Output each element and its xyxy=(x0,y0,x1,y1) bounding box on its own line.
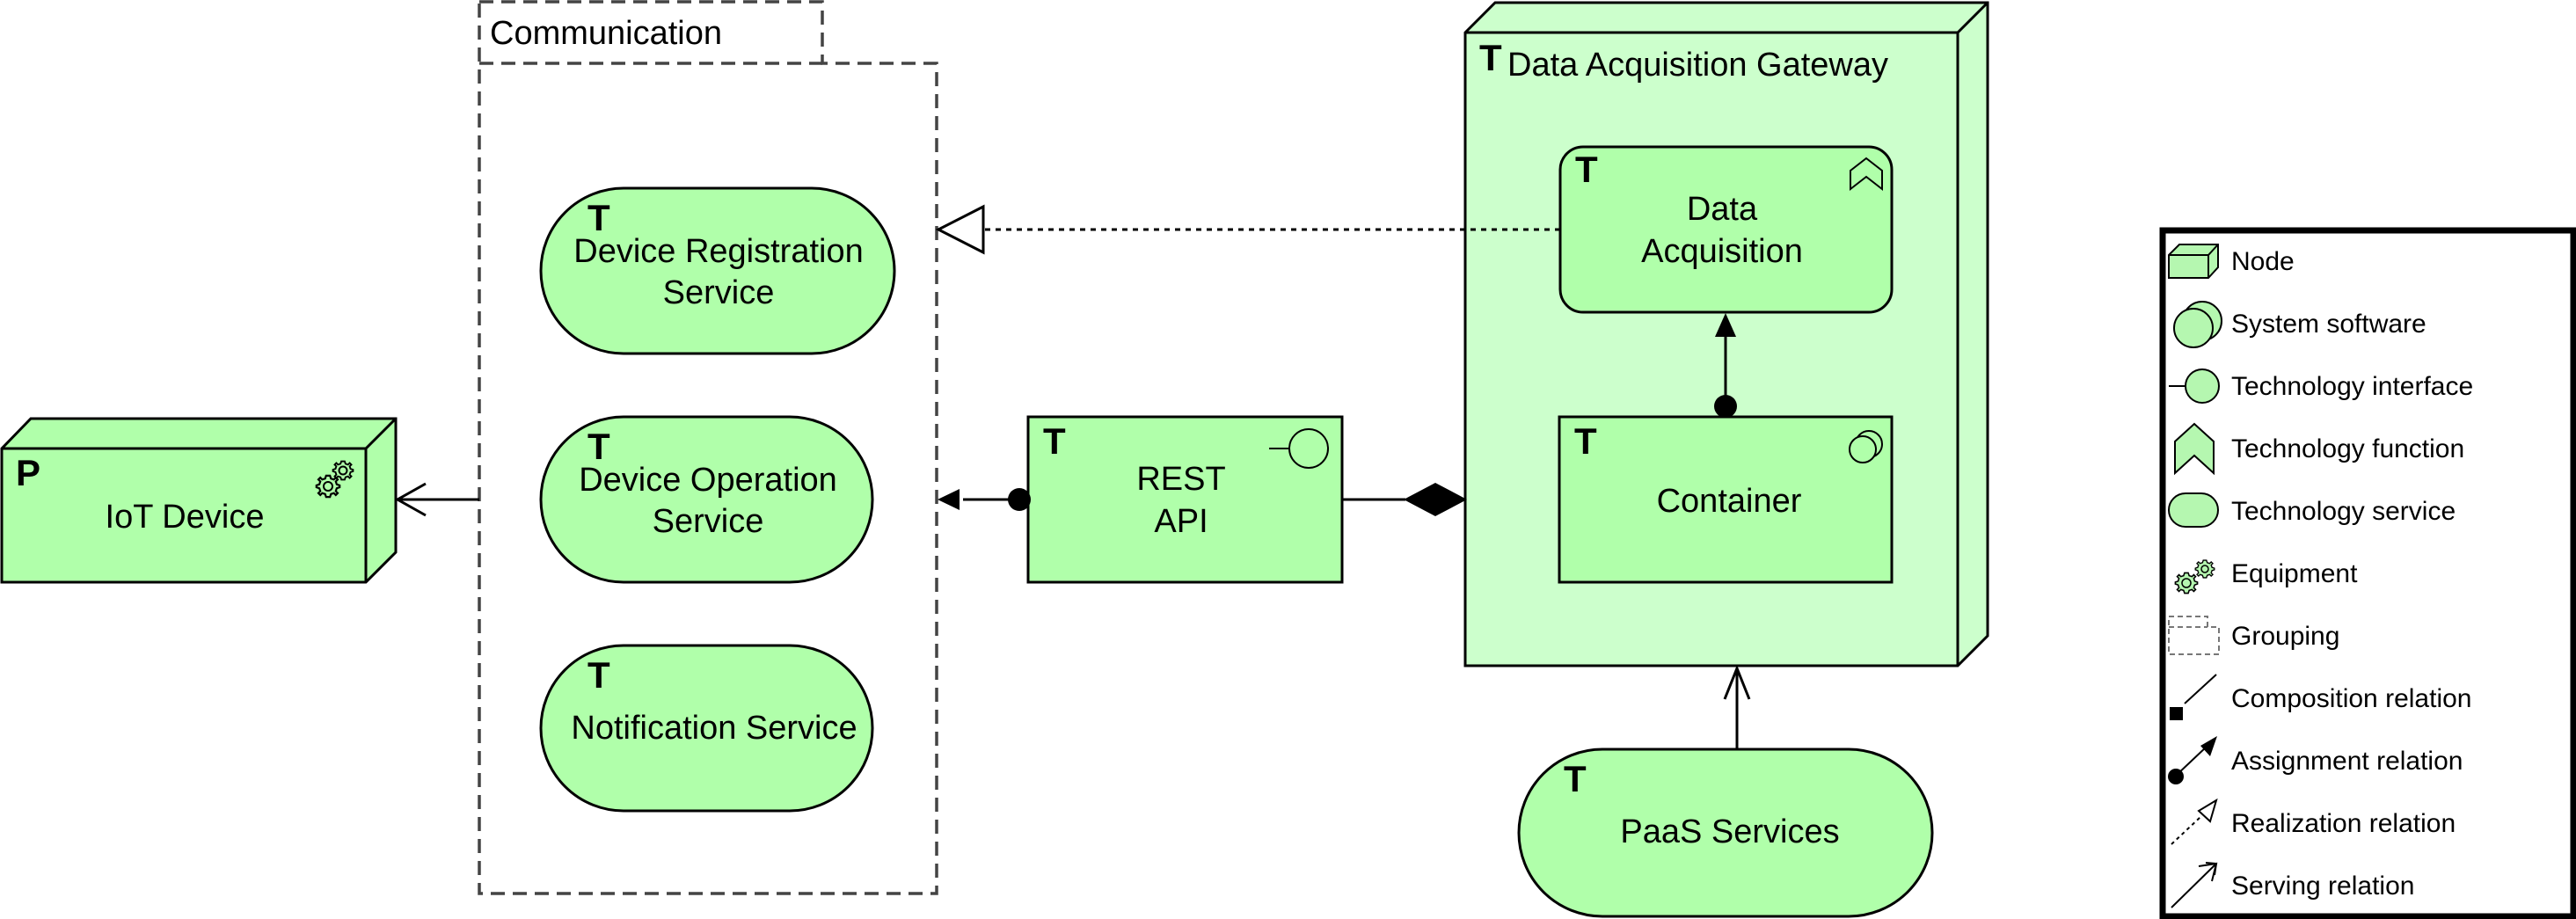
legend-label: Composition relation xyxy=(2231,684,2471,713)
archimate-diagram: Communication P IoT Device T Device Regi… xyxy=(0,0,2576,919)
legend-label: Technology function xyxy=(2231,434,2464,463)
assignment-relation-rest-to-operation[interactable] xyxy=(938,488,1031,511)
legend-label: Assignment relation xyxy=(2231,747,2463,776)
technology-marker: T xyxy=(1479,37,1502,78)
technology-marker: T xyxy=(587,426,610,467)
serving-relation-communication-iot[interactable] xyxy=(394,482,479,517)
legend-label: Node xyxy=(2231,247,2295,276)
grouping-label: Communication xyxy=(490,15,722,52)
technology-marker: T xyxy=(587,654,610,696)
technology-marker: T xyxy=(1574,420,1597,462)
system-software-label: Container xyxy=(1657,483,1802,520)
technology-marker: T xyxy=(1575,149,1598,190)
service-label-line2: Service xyxy=(653,503,764,540)
function-data-acquisition[interactable]: T Data Acquisition xyxy=(1558,145,1894,314)
technology-service-icon xyxy=(2168,492,2219,528)
interface-label-line2: API xyxy=(1154,503,1208,540)
legend-item-technology-interface: Technology interface xyxy=(2169,368,2473,404)
service-label-line2: Service xyxy=(663,274,775,311)
service-label: PaaS Services xyxy=(1620,813,1839,850)
function-label-line2: Acquisition xyxy=(1641,233,1803,270)
legend-label: Realization relation xyxy=(2231,809,2456,838)
legend-label: Grouping xyxy=(2231,622,2339,651)
node-label: Data Acquisition Gateway xyxy=(1507,47,1888,84)
system-software-container[interactable]: T Container xyxy=(1558,415,1894,584)
node-label: IoT Device xyxy=(106,499,265,536)
technology-marker: T xyxy=(1043,420,1066,462)
node-icon xyxy=(2168,244,2219,279)
service-notification[interactable]: T Notification Service xyxy=(539,644,874,813)
function-label-line1: Data xyxy=(1687,191,1758,228)
service-device-operation[interactable]: T Device Operation Service xyxy=(539,415,874,584)
interface-label-line1: REST xyxy=(1136,461,1225,498)
interface-rest-api[interactable]: T REST API xyxy=(1026,415,1344,584)
physical-marker: P xyxy=(16,452,40,493)
legend-label: System software xyxy=(2231,310,2426,339)
legend-label: Equipment xyxy=(2231,559,2358,588)
legend-item-technology-service: Technology service xyxy=(2168,492,2456,528)
service-label-line1: Device Operation xyxy=(579,462,837,499)
technology-marker: T xyxy=(1564,758,1587,799)
service-device-registration[interactable]: T Device Registration Service xyxy=(539,186,896,355)
composition-relation-gateway-rest[interactable] xyxy=(1343,483,1467,516)
legend-label: Technology service xyxy=(2231,497,2456,526)
service-label: Notification Service xyxy=(571,710,857,747)
legend-label: Technology interface xyxy=(2231,372,2473,401)
legend-item-node: Node xyxy=(2168,244,2295,279)
legend-label: Serving relation xyxy=(2231,872,2414,901)
legend: Node System software Technology interfac… xyxy=(2159,227,2576,919)
node-iot-device[interactable]: P IoT Device xyxy=(0,417,398,584)
technology-marker: T xyxy=(587,197,610,238)
service-paas[interactable]: T PaaS Services xyxy=(1517,748,1934,918)
serving-relation-paas-gateway[interactable] xyxy=(1723,664,1751,749)
service-label-line1: Device Registration xyxy=(573,233,863,270)
